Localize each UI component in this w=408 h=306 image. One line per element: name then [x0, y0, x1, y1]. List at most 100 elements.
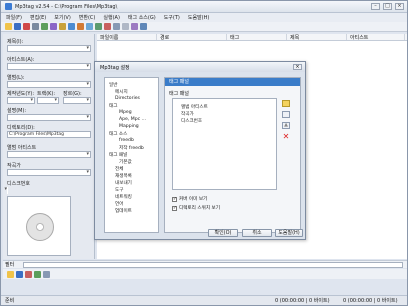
genre-field[interactable]: [63, 97, 91, 104]
text-to-tag-icon[interactable]: [77, 23, 84, 30]
tree-item-ape-mpc[interactable]: Ape, Mpc ...: [119, 117, 146, 122]
album-artist-label: 앨범 아티스트: [7, 145, 37, 151]
menu-edit[interactable]: 편집(E): [30, 14, 46, 21]
column-path[interactable]: 경로: [157, 34, 227, 41]
composer-field[interactable]: [7, 169, 91, 176]
title-field[interactable]: [7, 45, 91, 52]
open-folder-icon[interactable]: [5, 23, 12, 30]
export-icon[interactable]: [95, 23, 102, 30]
column-title[interactable]: 제목: [287, 34, 347, 41]
tree-item-networking[interactable]: 네트워킹: [115, 194, 132, 200]
play-icon[interactable]: [34, 270, 41, 278]
dialog-close-button[interactable]: ×: [293, 64, 302, 70]
tree-item-general[interactable]: 일반: [109, 82, 117, 88]
tree-item-playlist[interactable]: 재생목록: [115, 173, 132, 179]
add-field-icon[interactable]: [282, 100, 290, 107]
delete-field-icon[interactable]: ✕: [282, 133, 290, 141]
folder-icon[interactable]: [7, 270, 14, 278]
amazon-icon[interactable]: [113, 23, 120, 30]
column-filename[interactable]: 파일이름: [97, 34, 157, 41]
menu-help[interactable]: 도움말(H): [188, 14, 209, 21]
track-field[interactable]: [37, 97, 59, 104]
app-icon: [5, 3, 12, 10]
comment-field[interactable]: [7, 114, 91, 121]
minimize-button[interactable]: –: [371, 3, 380, 10]
album-artist-field[interactable]: [7, 151, 91, 158]
tree-item-messages[interactable]: 메시지: [115, 89, 128, 95]
cancel-button[interactable]: 취소: [242, 229, 272, 237]
menu-convert[interactable]: 변환(C): [79, 14, 96, 21]
tree-item-tools[interactable]: 도구: [115, 187, 123, 193]
playlist-icon[interactable]: [140, 23, 147, 30]
tree-item-write-freedb[interactable]: 저작 freedb: [119, 145, 144, 151]
tree-item-language[interactable]: 언어: [115, 201, 123, 207]
move-up-icon[interactable]: ▲: [282, 122, 290, 129]
maximize-button[interactable]: □: [383, 3, 392, 10]
show-directory-switch-checkbox[interactable]: ✓ 디렉토리 스위치 보기: [172, 205, 220, 211]
year-label: 제작년도(Y):: [7, 91, 35, 97]
tree-item-tag-panel[interactable]: 태그 패널: [109, 152, 127, 158]
next-icon[interactable]: [43, 270, 50, 278]
cd-icon: [26, 213, 54, 241]
title-bar: Mp3tag v2.54 - C:\Program Files\Mp3tag\ …: [1, 1, 407, 13]
delete-icon[interactable]: [23, 23, 30, 30]
status-total: 0 (00:00:00 | 0 바이트): [343, 298, 398, 304]
filename-to-tag-icon[interactable]: [68, 23, 75, 30]
toolbar: [1, 22, 407, 32]
year-field[interactable]: [7, 97, 35, 104]
save-icon[interactable]: [14, 23, 21, 30]
window-controls: – □ ×: [371, 3, 404, 10]
status-selection: 0 (00:00:00 | 0 바이트): [275, 298, 330, 304]
cover-art-box[interactable]: [7, 196, 71, 256]
undo-icon[interactable]: [32, 23, 39, 30]
title-label: 제목(I):: [7, 39, 24, 45]
discogs-icon[interactable]: [122, 23, 129, 30]
list-item[interactable]: 작곡가: [181, 111, 194, 117]
musicbrainz-icon[interactable]: [131, 23, 138, 30]
tree-item-directories[interactable]: Directories: [115, 96, 140, 101]
tree-item-tag-sources[interactable]: 태그 소스: [109, 131, 127, 137]
edit-field-icon[interactable]: [282, 111, 290, 118]
tree-item-freedb[interactable]: freedb: [119, 138, 134, 143]
tag-to-filename-icon[interactable]: [59, 23, 66, 30]
show-cover-checkbox[interactable]: ✓ 커버 이미 보기: [172, 196, 207, 202]
settings-tree: 일반 메시지 Directories 태그 Mpeg Ape, Mpc ... …: [104, 77, 159, 233]
menu-file[interactable]: 파일(F): [6, 14, 22, 21]
media-icon[interactable]: [16, 270, 23, 278]
check-mark-icon: ✓: [172, 196, 177, 202]
tree-item-mpeg[interactable]: Mpeg: [119, 110, 132, 115]
tree-item-tags[interactable]: 태그: [109, 103, 117, 109]
artist-field[interactable]: [7, 63, 91, 70]
tree-item-all[interactable]: 전체: [115, 166, 123, 172]
column-artist[interactable]: 아티스트: [347, 34, 405, 41]
tree-item-defaults[interactable]: 기본값: [119, 159, 132, 165]
ok-button[interactable]: 확인(O): [208, 229, 238, 237]
menu-bar: 파일(F) 편집(E) 보기(V) 변환(C) 실행(A) 태그 소스(G) 도…: [1, 13, 407, 22]
menu-action[interactable]: 실행(A): [103, 14, 120, 21]
disc-number-label: 디스크번호: [7, 181, 31, 187]
list-item[interactable]: 디스크번호: [181, 118, 202, 124]
panel-title: 태그 패널: [169, 91, 189, 97]
directory-label: 디렉토리(D):: [7, 125, 35, 131]
options-icon[interactable]: [50, 23, 57, 30]
refresh-icon[interactable]: [41, 23, 48, 30]
close-button[interactable]: ×: [395, 3, 404, 10]
tree-item-mapping[interactable]: Mapping: [119, 124, 139, 129]
menu-view[interactable]: 보기(V): [54, 14, 71, 21]
directory-field[interactable]: C:\Program Files\Mp3tag: [7, 131, 91, 138]
tag-fields-list[interactable]: 앨범 아티스트 작곡가 디스크번호: [172, 98, 277, 190]
album-field[interactable]: [7, 81, 91, 88]
column-tag[interactable]: 태그: [227, 34, 287, 41]
tree-item-export[interactable]: 내보내기: [115, 180, 132, 186]
menu-tools[interactable]: 도구(T): [164, 14, 180, 21]
tag-to-tag-icon[interactable]: [86, 23, 93, 30]
list-item[interactable]: 앨범 아티스트: [181, 104, 208, 110]
tree-item-update[interactable]: 업데이트: [115, 208, 132, 214]
secondary-toolbar: [3, 269, 407, 279]
filter-input[interactable]: [23, 261, 403, 268]
stop-icon[interactable]: [25, 270, 32, 278]
menu-tag-sources[interactable]: 태그 소스(G): [128, 14, 156, 21]
freedb-icon[interactable]: [104, 23, 111, 30]
help-button[interactable]: 도움말(H): [275, 229, 303, 237]
window-title: Mp3tag v2.54 - C:\Program Files\Mp3tag\: [15, 3, 118, 10]
